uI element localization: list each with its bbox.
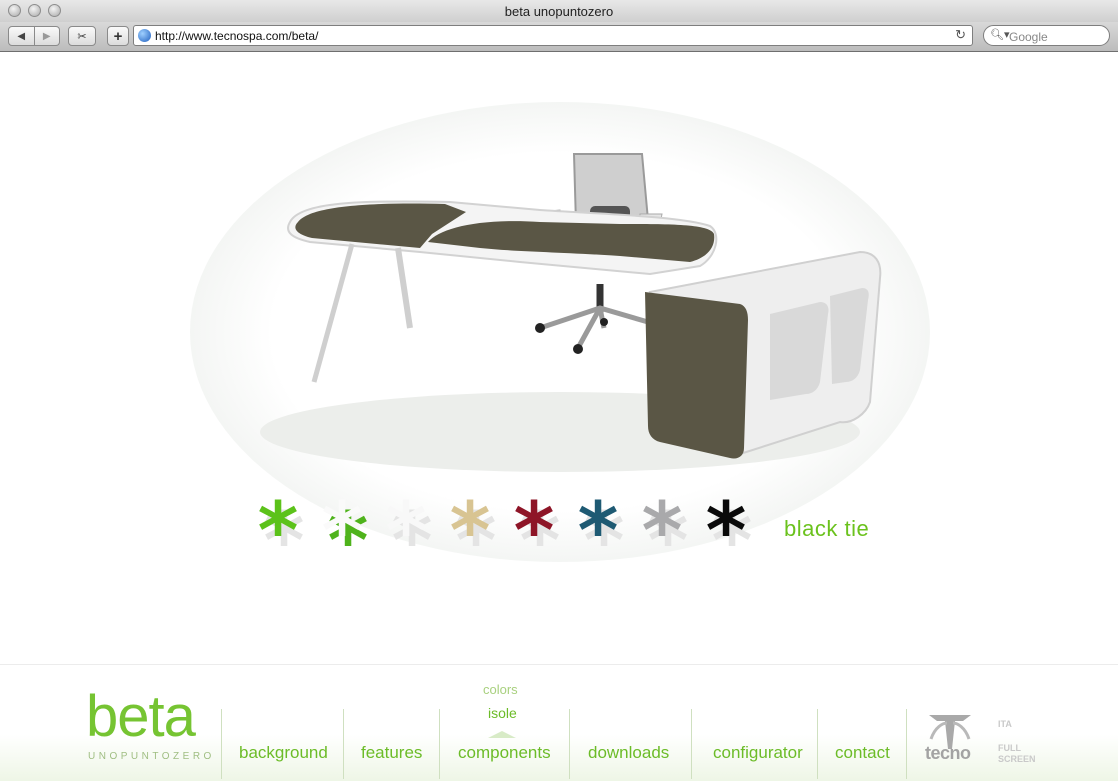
color-swatch-white[interactable]: * * bbox=[380, 487, 433, 581]
chair-wheel bbox=[600, 318, 608, 326]
selected-color-name: black tie bbox=[784, 516, 870, 541]
asterisk-icon: * bbox=[449, 487, 491, 577]
nav-divider bbox=[343, 709, 344, 779]
url-text[interactable]: http://www.tecnospa.com/beta/ bbox=[155, 29, 318, 43]
color-swatch-grey[interactable]: * * bbox=[636, 487, 689, 581]
window-titlebar: beta unopuntozero bbox=[0, 0, 1118, 23]
fullscreen-link[interactable]: FULL SCREEN bbox=[998, 743, 1038, 765]
desk-leg bbox=[395, 247, 413, 329]
back-arrow-icon: ◀ bbox=[17, 30, 26, 42]
color-swatch-green[interactable]: * * bbox=[252, 487, 305, 581]
color-swatch-white-green[interactable]: * * bbox=[316, 487, 369, 581]
cabinet-front-panel bbox=[645, 292, 748, 459]
asterisk-icon: * bbox=[513, 487, 555, 577]
desk-leg bbox=[311, 243, 355, 383]
beta-logo-subtitle: UNOPUNTOZERO bbox=[88, 751, 215, 762]
back-button[interactable]: ◀ bbox=[8, 26, 35, 46]
nav-divider bbox=[691, 709, 692, 779]
chair-wheel bbox=[535, 323, 545, 333]
asterisk-icon: * bbox=[705, 487, 747, 577]
nav-downloads[interactable]: downloads bbox=[588, 743, 669, 763]
asterisk-icon: * bbox=[385, 487, 427, 577]
browser-toolbar: ◀ ▶ ✂ + http://www.tecnospa.com/beta/ ↻ … bbox=[0, 22, 1118, 52]
language-ita-link[interactable]: ITA bbox=[998, 719, 1012, 729]
plus-icon: + bbox=[113, 27, 123, 45]
window-title: beta unopuntozero bbox=[504, 4, 614, 19]
asterisk-icon: * bbox=[257, 487, 299, 577]
asterisk-icon: * bbox=[577, 487, 619, 577]
forward-arrow-icon: ▶ bbox=[42, 30, 51, 42]
nav-contact[interactable]: contact bbox=[835, 743, 890, 763]
submenu-isole[interactable]: isole bbox=[488, 705, 517, 721]
chair-star-base bbox=[539, 305, 649, 350]
chair-wheel bbox=[573, 344, 583, 354]
nav-divider bbox=[569, 709, 570, 779]
nav-components[interactable]: components bbox=[458, 743, 551, 763]
reload-icon[interactable]: ↻ bbox=[955, 27, 966, 43]
nav-configurator[interactable]: configurator bbox=[713, 743, 803, 763]
nav-features[interactable]: features bbox=[361, 743, 422, 763]
submenu-colors[interactable]: colors bbox=[483, 682, 518, 697]
history-nav: ◀ ▶ bbox=[8, 26, 60, 46]
nav-divider bbox=[439, 709, 440, 779]
address-bar[interactable]: http://www.tecnospa.com/beta/ ↻ bbox=[133, 25, 973, 46]
asterisk-icon: * bbox=[641, 487, 683, 577]
beta-logo[interactable]: beta bbox=[86, 687, 196, 747]
search-placeholder: Google bbox=[1009, 30, 1048, 44]
nav-divider bbox=[221, 709, 222, 779]
color-swatch-black[interactable]: * * bbox=[700, 487, 753, 581]
forward-button[interactable]: ▶ bbox=[34, 26, 60, 46]
color-swatch-teal[interactable]: * * bbox=[572, 487, 625, 581]
tecno-brand[interactable]: tecno bbox=[925, 743, 971, 764]
asterisk-icon: * bbox=[321, 487, 363, 577]
add-bookmark-button[interactable]: + bbox=[107, 26, 129, 46]
scissors-icon: ✂ bbox=[77, 30, 87, 43]
nav-divider bbox=[817, 709, 818, 779]
product-stage: * * * * * * * * * * * * * * * * black tie bbox=[0, 52, 1118, 664]
nav-background[interactable]: background bbox=[239, 743, 328, 763]
search-icon: 🔍︎▾ bbox=[990, 29, 1010, 41]
color-swatch-burgundy[interactable]: * * bbox=[508, 487, 561, 581]
globe-icon bbox=[138, 29, 151, 42]
nav-divider bbox=[906, 709, 907, 779]
snip-button[interactable]: ✂ bbox=[68, 26, 96, 46]
color-swatch-beige[interactable]: * * bbox=[444, 487, 497, 581]
submenu-pointer-icon bbox=[488, 731, 516, 738]
footer-nav: beta UNOPUNTOZERO background features co… bbox=[0, 664, 1118, 781]
search-field[interactable]: 🔍︎▾ Google bbox=[983, 25, 1110, 46]
